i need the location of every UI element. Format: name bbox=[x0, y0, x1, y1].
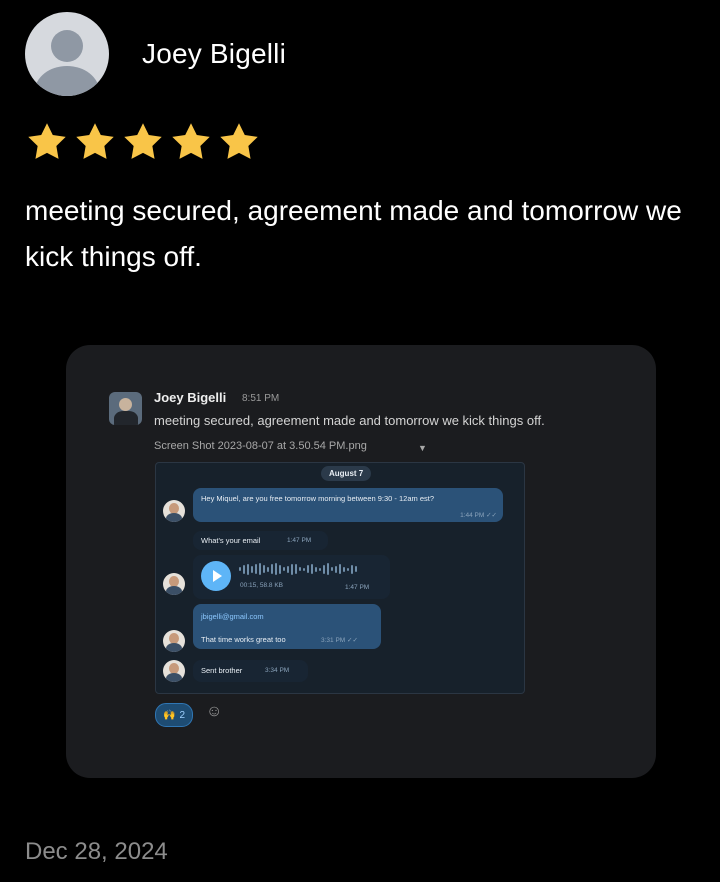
review-card: Joey Bigelli meeting secured, agreement … bbox=[0, 0, 720, 882]
contact-avatar bbox=[163, 660, 185, 682]
contact-avatar bbox=[163, 573, 185, 595]
user-avatar bbox=[25, 12, 109, 96]
star-icon bbox=[172, 123, 210, 159]
waveform bbox=[239, 563, 371, 575]
telegram-chat-image: August 7 Hey Miquel, are you free tomorr… bbox=[155, 462, 525, 694]
chat-bubble: Hey Miquel, are you free tomorrow mornin… bbox=[193, 488, 503, 522]
reaction-count: 2 bbox=[179, 709, 185, 721]
message-time: 8:51 PM bbox=[242, 393, 280, 404]
contact-avatar bbox=[163, 630, 185, 652]
message-author: Joey Bigelli bbox=[154, 390, 227, 405]
star-icon bbox=[124, 123, 162, 159]
voice-message: 00:15, 58.8 KB 1:47 PM bbox=[193, 555, 390, 599]
chat-bubble: jbigelli@gmail.com That time works great… bbox=[193, 604, 381, 649]
attached-screenshot[interactable]: Joey Bigelli 8:51 PM meeting secured, ag… bbox=[66, 345, 656, 778]
star-rating bbox=[25, 120, 261, 164]
chevron-down-icon[interactable]: ▼ bbox=[418, 443, 427, 453]
star-icon bbox=[220, 123, 258, 159]
reaction-button[interactable]: 🙌 2 bbox=[155, 703, 193, 727]
contact-avatar bbox=[163, 500, 185, 522]
review-date: Dec 28, 2024 bbox=[25, 838, 168, 865]
chat-bubble: What's your email 1:47 PM bbox=[193, 531, 328, 550]
attachment-filename[interactable]: Screen Shot 2023-08-07 at 3.50.54 PM.png bbox=[154, 440, 367, 452]
message-text: meeting secured, agreement made and tomo… bbox=[154, 413, 545, 428]
chat-bubble: Sent brother 3:34 PM bbox=[193, 660, 308, 682]
chat-date: August 7 bbox=[321, 466, 372, 481]
star-icon bbox=[76, 123, 114, 159]
raised-hands-icon: 🙌 bbox=[162, 709, 176, 721]
reviewer-name: Joey Bigelli bbox=[142, 38, 287, 69]
review-text: meeting secured, agreement made and tomo… bbox=[25, 195, 682, 272]
add-reaction-icon[interactable]: ☺ bbox=[206, 703, 222, 721]
star-icon bbox=[28, 123, 66, 159]
message-author-avatar bbox=[109, 392, 142, 425]
play-icon[interactable] bbox=[201, 561, 231, 591]
